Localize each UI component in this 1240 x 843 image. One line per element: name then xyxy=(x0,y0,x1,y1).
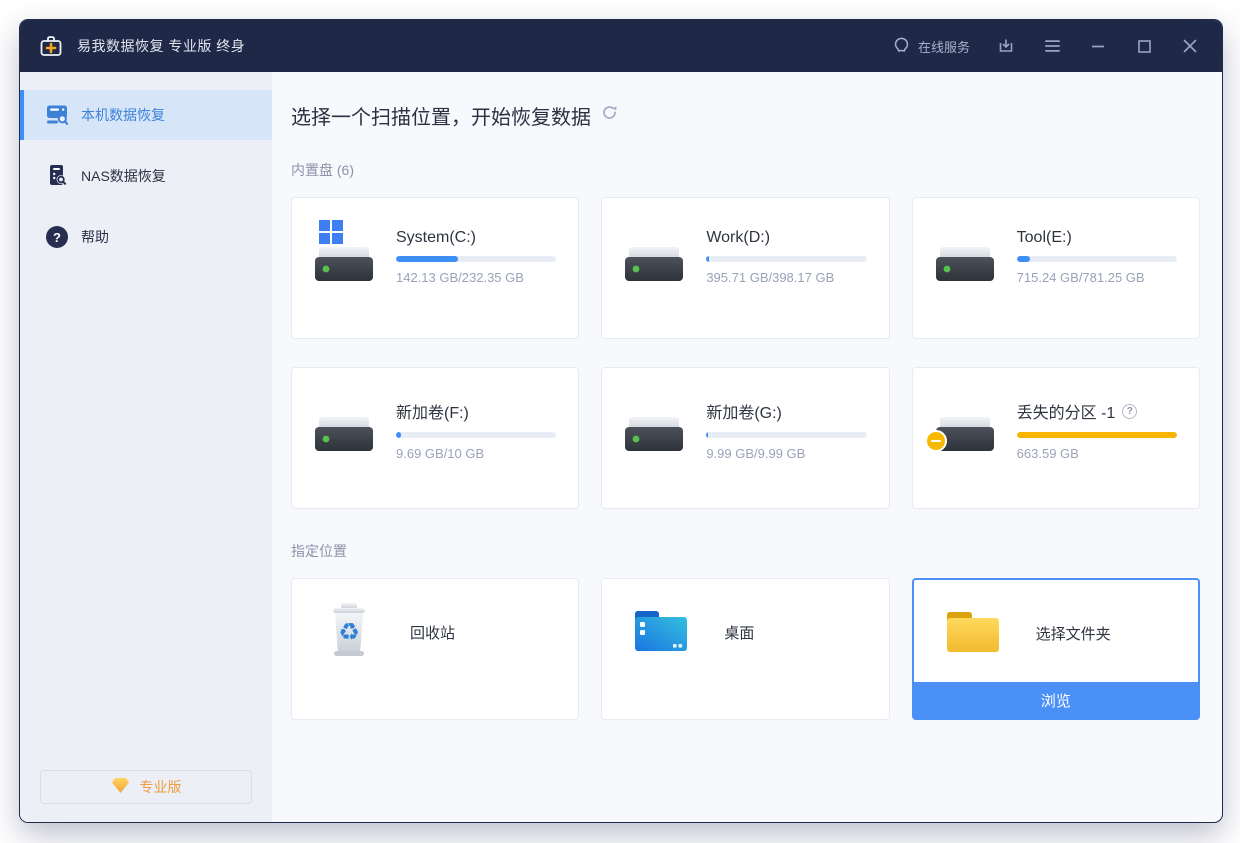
sidebar-item-nas-recovery[interactable]: NAS数据恢复 xyxy=(20,151,272,201)
nas-server-search-icon xyxy=(46,164,68,189)
diamond-icon xyxy=(111,777,130,797)
capacity-bar-fill xyxy=(396,432,401,438)
maximize-button[interactable] xyxy=(1134,36,1154,56)
location-label: 桌面 xyxy=(724,622,754,643)
hard-drive-icon xyxy=(622,238,686,291)
capacity-bar-fill xyxy=(706,432,708,438)
edition-label: 专业版 xyxy=(140,777,182,797)
edition-badge-button[interactable]: 专业版 xyxy=(40,770,252,804)
page-title: 选择一个扫描位置，开始恢复数据 xyxy=(291,101,591,130)
hard-drive-icon xyxy=(622,408,686,461)
menu-button[interactable] xyxy=(1042,36,1062,56)
drives-section-label: 内置盘 (6) xyxy=(291,160,1200,180)
headset-icon xyxy=(893,36,910,56)
drive-capacity: 663.59 GB xyxy=(1017,446,1177,461)
capacity-bar xyxy=(706,432,866,438)
drive-card-volume-g[interactable]: 新加卷(G:) 9.99 GB/9.99 GB xyxy=(601,367,889,509)
refresh-icon[interactable] xyxy=(601,104,618,126)
help-icon: ? xyxy=(46,226,68,248)
browse-button[interactable]: 浏览 xyxy=(914,682,1198,718)
online-service-button[interactable]: 在线服务 xyxy=(893,36,970,56)
location-card-recycle-bin[interactable]: ♻ 回收站 xyxy=(291,578,579,720)
hard-drive-icon xyxy=(933,238,997,291)
titlebar-controls: 在线服务 xyxy=(893,36,1200,56)
app-title: 易我数据恢复 专业版 终身 xyxy=(77,36,245,56)
online-service-label: 在线服务 xyxy=(918,37,970,56)
download-center-button[interactable] xyxy=(996,36,1016,56)
locations-section-label: 指定位置 xyxy=(291,541,1200,561)
sidebar-item-label: 帮助 xyxy=(81,227,109,247)
capacity-bar xyxy=(1017,256,1177,262)
drive-card-lost-partition[interactable]: 丢失的分区 -1 ? 663.59 GB xyxy=(912,367,1200,509)
local-drive-search-icon xyxy=(46,103,68,128)
capacity-bar-fill xyxy=(1017,256,1031,262)
drive-card-volume-f[interactable]: 新加卷(F:) 9.69 GB/10 GB xyxy=(291,367,579,509)
drive-name: 丢失的分区 -1 xyxy=(1017,399,1116,423)
hard-drive-icon xyxy=(312,238,376,291)
drive-name: Tool(E:) xyxy=(1017,229,1177,247)
drive-name: 新加卷(F:) xyxy=(396,399,556,423)
capacity-bar-fill xyxy=(706,256,708,262)
desktop-folder-icon xyxy=(632,606,690,659)
location-label: 回收站 xyxy=(410,622,455,643)
locations-grid: ♻ 回收站 xyxy=(291,578,1200,720)
capacity-bar xyxy=(396,432,556,438)
app-window: 易我数据恢复 专业版 终身 在线服务 xyxy=(20,20,1222,822)
drive-card-tool-e[interactable]: Tool(E:) 715.24 GB/781.25 GB xyxy=(912,197,1200,339)
sidebar-item-label: NAS数据恢复 xyxy=(81,166,166,186)
drive-capacity: 9.69 GB/10 GB xyxy=(396,446,556,461)
drive-name: System(C:) xyxy=(396,229,556,247)
capacity-bar xyxy=(396,256,556,262)
drive-name: Work(D:) xyxy=(706,229,866,247)
sidebar-item-help[interactable]: ? 帮助 xyxy=(20,212,272,262)
minimize-button[interactable] xyxy=(1088,36,1108,56)
location-card-select-folder[interactable]: 选择文件夹 浏览 xyxy=(912,578,1200,720)
titlebar: 易我数据恢复 专业版 终身 在线服务 xyxy=(20,20,1222,72)
capacity-bar xyxy=(1017,432,1177,438)
capacity-bar-fill xyxy=(396,256,458,262)
sidebar: 本机数据恢复 NAS数据恢复 ? xyxy=(20,72,272,822)
lost-partition-minus-icon xyxy=(925,430,947,452)
location-card-desktop[interactable]: 桌面 xyxy=(601,578,889,720)
location-label: 选择文件夹 xyxy=(1036,623,1111,644)
svg-text:♻: ♻ xyxy=(338,618,360,646)
drive-capacity: 9.99 GB/9.99 GB xyxy=(706,446,866,461)
yellow-folder-icon xyxy=(944,607,1002,660)
hard-drive-icon xyxy=(312,408,376,461)
sidebar-item-label: 本机数据恢复 xyxy=(81,105,165,125)
drives-grid: System(C:) 142.13 GB/232.35 GB xyxy=(291,197,1200,509)
drive-name: 新加卷(G:) xyxy=(706,399,866,423)
recycle-bin-icon: ♻ xyxy=(322,600,376,665)
drive-capacity: 715.24 GB/781.25 GB xyxy=(1017,270,1177,285)
close-button[interactable] xyxy=(1180,36,1200,56)
drive-capacity: 395.71 GB/398.17 GB xyxy=(706,270,866,285)
drive-capacity: 142.13 GB/232.35 GB xyxy=(396,270,556,285)
drive-card-system-c[interactable]: System(C:) 142.13 GB/232.35 GB xyxy=(291,197,579,339)
drive-card-work-d[interactable]: Work(D:) 395.71 GB/398.17 GB xyxy=(601,197,889,339)
capacity-bar-fill xyxy=(1017,432,1177,438)
capacity-bar xyxy=(706,256,866,262)
sidebar-item-local-recovery[interactable]: 本机数据恢复 xyxy=(20,90,272,140)
app-logo-icon xyxy=(38,33,64,59)
question-mark-icon[interactable]: ? xyxy=(1122,404,1137,419)
main-content: 选择一个扫描位置，开始恢复数据 内置盘 (6) xyxy=(272,72,1222,822)
